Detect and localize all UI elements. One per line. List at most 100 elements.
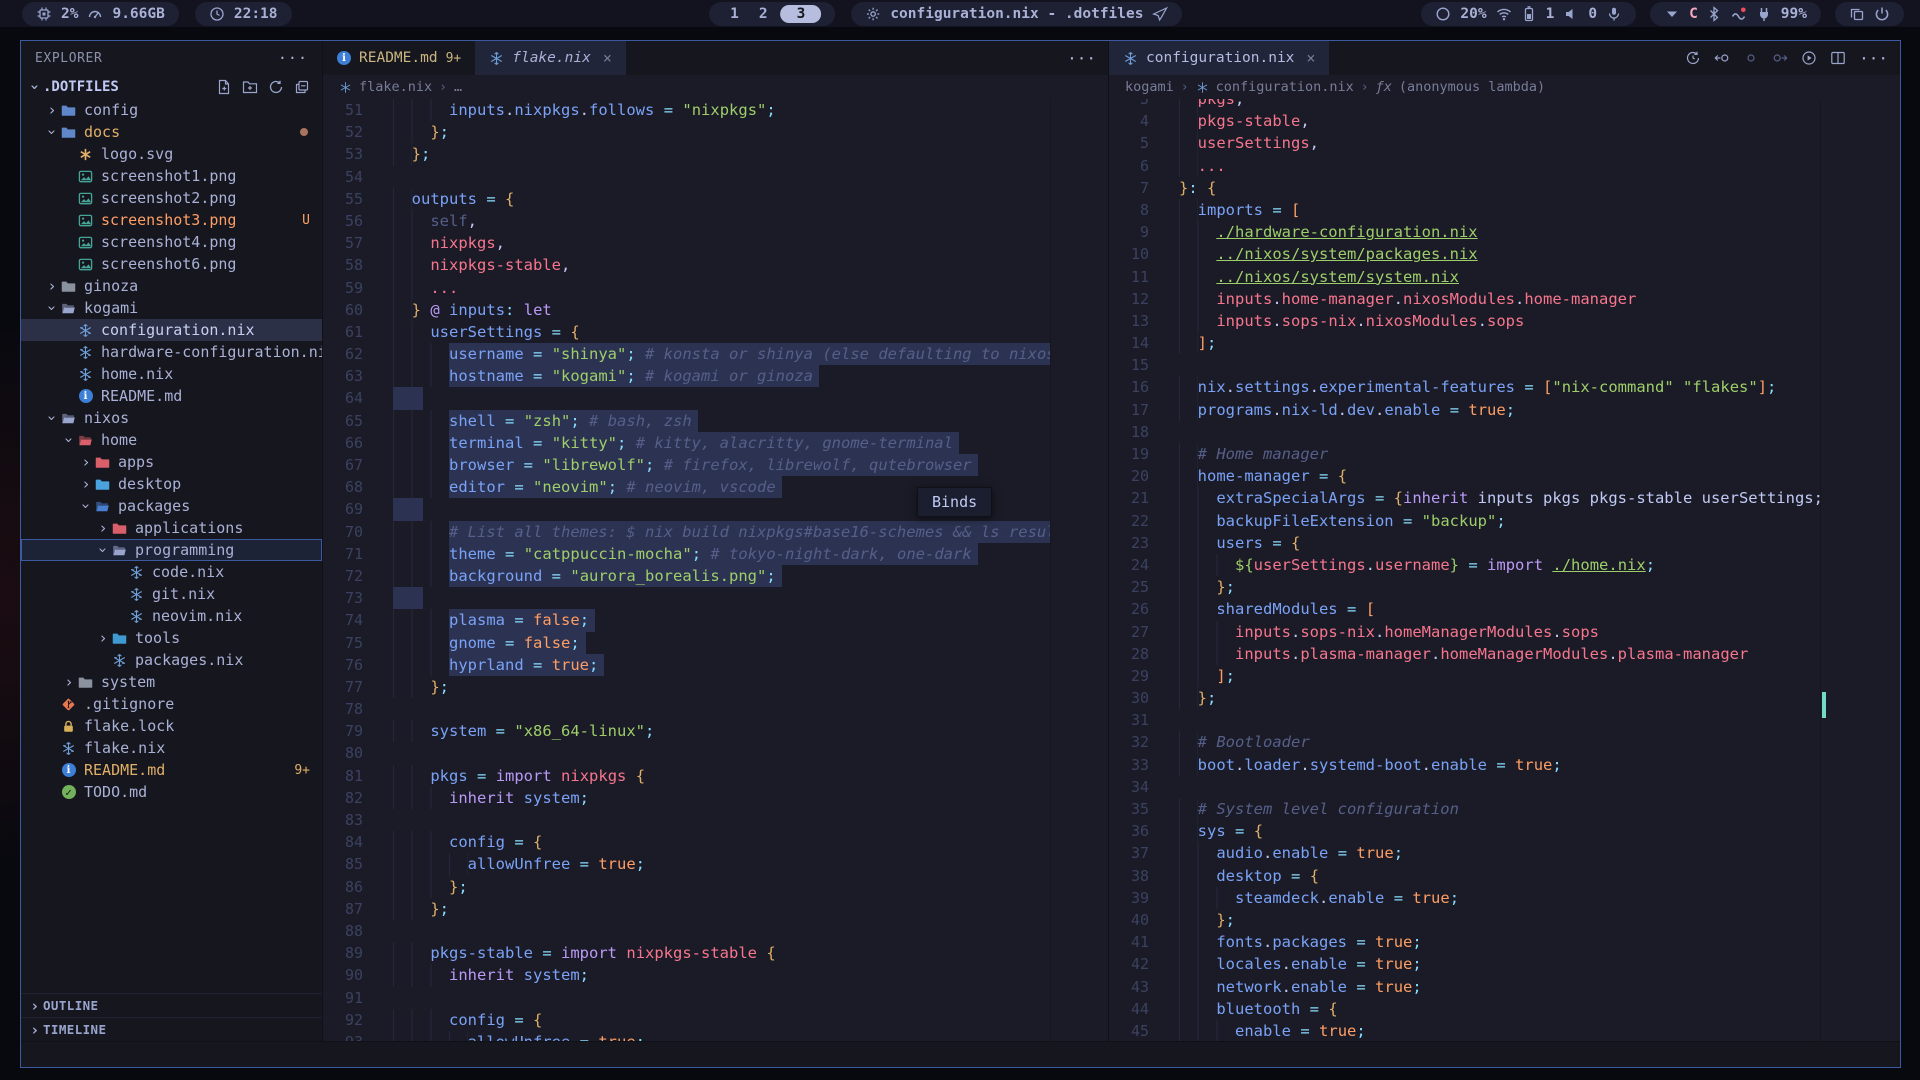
tree-item-screenshot3.png[interactable]: screenshot3.pngU bbox=[21, 209, 322, 231]
breadcrumb-file[interactable]: flake.nix bbox=[359, 79, 432, 95]
tree-item-label: home.nix bbox=[101, 365, 173, 383]
collapse-all-icon[interactable] bbox=[294, 79, 310, 95]
tree-item-flake.lock[interactable]: flake.lock bbox=[21, 715, 322, 737]
tab-readme[interactable]: i README.md 9+ bbox=[323, 41, 475, 75]
code-line-20: 20 home-manager = { bbox=[1109, 465, 1820, 487]
tree-item-ginoza[interactable]: ›ginoza bbox=[21, 275, 322, 297]
tree-item-hardware-configuration.nix[interactable]: hardware-configuration.nix bbox=[21, 341, 322, 363]
tree-item-.gitignore[interactable]: .gitignore bbox=[21, 693, 322, 715]
tree-item-code.nix[interactable]: code.nix bbox=[21, 561, 322, 583]
session-pill[interactable] bbox=[1835, 2, 1904, 26]
tree-item-label: flake.lock bbox=[84, 717, 174, 735]
timeline-history-icon[interactable] bbox=[1685, 50, 1701, 66]
code-line-87: 87 }; bbox=[323, 898, 1050, 920]
previous-change-icon[interactable] bbox=[1714, 50, 1730, 66]
outline-section[interactable]: ›OUTLINE bbox=[21, 993, 322, 1017]
code-line-36: 36 sys = { bbox=[1109, 820, 1820, 842]
code-line-28: 28 inputs.plasma-manager.homeManagerModu… bbox=[1109, 643, 1820, 665]
editor-more-actions-button[interactable]: ··· bbox=[1067, 49, 1096, 68]
tree-item-home[interactable]: ›home bbox=[21, 429, 322, 451]
tree-item-applications[interactable]: ›applications bbox=[21, 517, 322, 539]
tree-item-label: configuration.nix bbox=[101, 321, 255, 339]
code-line-86: 86 }; bbox=[323, 876, 1050, 898]
code-editor-configuration[interactable]: 3 pkgs,4 pkgs-stable,5 userSettings,6 ..… bbox=[1109, 99, 1900, 1041]
tab-flake-nix[interactable]: flake.nix × bbox=[475, 41, 626, 75]
code-line-67: 67 browser = "librewolf"; # firefox, lib… bbox=[323, 454, 1050, 476]
breadcrumb-symbol[interactable]: … bbox=[454, 79, 462, 95]
new-file-icon[interactable] bbox=[216, 79, 232, 95]
tree-item-programming[interactable]: ›programming bbox=[21, 539, 322, 561]
bluetooth-icon[interactable] bbox=[1706, 6, 1722, 22]
tree-item-system[interactable]: ›system bbox=[21, 671, 322, 693]
refresh-icon[interactable] bbox=[268, 79, 284, 95]
tree-item-docs[interactable]: ›docs bbox=[21, 121, 322, 143]
workspace-1[interactable]: 1 bbox=[723, 6, 746, 22]
code-line-7: 7}: { bbox=[1109, 177, 1820, 199]
tree-item-screenshot6.png[interactable]: screenshot6.png bbox=[21, 253, 322, 275]
tray-dropdown-icon[interactable] bbox=[1664, 6, 1680, 22]
run-code-icon[interactable] bbox=[1801, 50, 1817, 66]
tree-item-flake.nix[interactable]: flake.nix bbox=[21, 737, 322, 759]
tree-item-readme.md[interactable]: iREADME.md9+ bbox=[21, 759, 322, 781]
tree-item-home.nix[interactable]: home.nix bbox=[21, 363, 322, 385]
nix-icon bbox=[489, 51, 504, 66]
tree-item-tools[interactable]: ›tools bbox=[21, 627, 322, 649]
audio-status-pill[interactable]: 20% 1 0 bbox=[1421, 2, 1636, 26]
tree-item-apps[interactable]: ›apps bbox=[21, 451, 322, 473]
breadcrumb[interactable]: kogami › configuration.nix › ƒx (anonymo… bbox=[1109, 75, 1900, 99]
tree-item-screenshot1.png[interactable]: screenshot1.png bbox=[21, 165, 322, 187]
close-icon[interactable]: × bbox=[603, 49, 612, 67]
code-line-52: 52 }; bbox=[323, 121, 1050, 143]
tree-item-logo.svg[interactable]: logo.svg bbox=[21, 143, 322, 165]
minimap[interactable] bbox=[1820, 99, 1900, 1041]
system-tray-pill[interactable]: C 99% bbox=[1650, 2, 1821, 26]
next-change-icon[interactable] bbox=[1772, 50, 1788, 66]
breadcrumb-symbol[interactable]: (anonymous lambda) bbox=[1399, 79, 1545, 95]
code-editor-flake[interactable]: 51 inputs.nixpkgs.follows = "nixpkgs";52… bbox=[323, 99, 1108, 1041]
workspace-3[interactable]: 3 bbox=[781, 5, 822, 23]
tree-item-nixos[interactable]: ›nixos bbox=[21, 407, 322, 429]
timeline-section[interactable]: ›TIMELINE bbox=[21, 1017, 322, 1041]
close-icon[interactable]: × bbox=[1306, 49, 1315, 67]
code-line-43: 43 network.enable = true; bbox=[1109, 976, 1820, 998]
tree-item-todo.md[interactable]: ✓TODO.md bbox=[21, 781, 322, 803]
breadcrumb-file[interactable]: configuration.nix bbox=[1216, 79, 1354, 95]
explorer-root-folder[interactable]: › .DOTFILES bbox=[21, 75, 322, 99]
tree-item-label: config bbox=[84, 101, 138, 119]
info-icon: i bbox=[77, 388, 94, 404]
compare-changes-icon[interactable] bbox=[1743, 50, 1759, 66]
power-icon[interactable] bbox=[1874, 6, 1890, 22]
tree-item-readme.md[interactable]: iREADME.md bbox=[21, 385, 322, 407]
tree-item-kogami[interactable]: ›kogami bbox=[21, 297, 322, 319]
chevron-right-icon: › bbox=[44, 277, 60, 295]
tree-item-label: TODO.md bbox=[84, 783, 147, 801]
editor-more-actions-button[interactable]: ··· bbox=[1859, 49, 1888, 68]
new-folder-icon[interactable] bbox=[242, 79, 258, 95]
tree-item-config[interactable]: ›config bbox=[21, 99, 322, 121]
minimap[interactable] bbox=[1050, 99, 1108, 1041]
tree-item-screenshot4.png[interactable]: screenshot4.png bbox=[21, 231, 322, 253]
split-editor-icon[interactable] bbox=[1830, 50, 1846, 66]
tree-item-label: programming bbox=[135, 541, 234, 559]
explorer-more-button[interactable]: ··· bbox=[278, 49, 308, 67]
breadcrumb-folder[interactable]: kogami bbox=[1125, 79, 1174, 95]
code-line-25: 25 }; bbox=[1109, 576, 1820, 598]
tab-configuration-nix[interactable]: configuration.nix × bbox=[1109, 41, 1329, 75]
workspace-2[interactable]: 2 bbox=[752, 6, 775, 22]
tree-item-packages[interactable]: ›packages bbox=[21, 495, 322, 517]
copy-icon[interactable] bbox=[1849, 6, 1865, 22]
code-line-63: 63 hostname = "kogami"; # kogami or gino… bbox=[323, 365, 1050, 387]
breadcrumb[interactable]: flake.nix › … bbox=[323, 75, 1108, 99]
tray-app-icon[interactable]: C bbox=[1689, 6, 1697, 22]
tree-item-git.nix[interactable]: git.nix bbox=[21, 583, 322, 605]
tree-item-configuration.nix[interactable]: configuration.nix bbox=[21, 319, 322, 341]
tree-item-packages.nix[interactable]: packages.nix bbox=[21, 649, 322, 671]
tree-item-screenshot2.png[interactable]: screenshot2.png bbox=[21, 187, 322, 209]
chevron-down-icon: › bbox=[60, 432, 78, 448]
tree-item-desktop[interactable]: ›desktop bbox=[21, 473, 322, 495]
tree-item-neovim.nix[interactable]: neovim.nix bbox=[21, 605, 322, 627]
chevron-right-icon: › bbox=[95, 519, 111, 537]
window-title-pill: configuration.nix - .dotfiles bbox=[851, 2, 1182, 26]
mouse-status-icon[interactable] bbox=[1731, 6, 1747, 22]
chevron-right-icon: › bbox=[1181, 80, 1189, 95]
